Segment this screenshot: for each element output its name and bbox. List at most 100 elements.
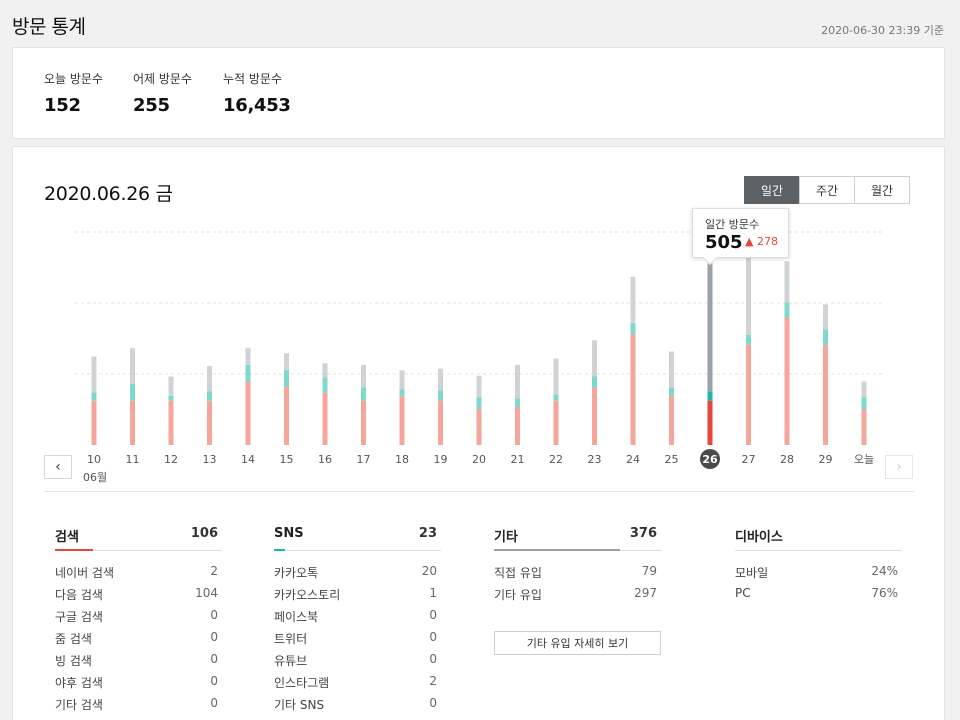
bar-search-15 bbox=[284, 386, 289, 445]
bar-sns-17 bbox=[361, 387, 366, 401]
bar-search-11 bbox=[130, 400, 135, 445]
bar-other-16 bbox=[322, 363, 328, 378]
list-item: 기타 SNS 0 bbox=[274, 696, 437, 712]
x-tick-label: 17 bbox=[357, 453, 371, 466]
x-tick-label: 오늘 bbox=[854, 453, 874, 466]
bar-other-28 bbox=[784, 261, 790, 303]
bar-search-10 bbox=[91, 400, 97, 445]
month-label: 06월 bbox=[83, 471, 108, 484]
bar-search-21 bbox=[515, 406, 520, 445]
divider bbox=[44, 491, 914, 492]
tooltip-value: 505 bbox=[705, 232, 743, 253]
section-total: 376 bbox=[629, 526, 657, 541]
bar-search-19 bbox=[438, 400, 443, 445]
list-item: 줌 검색 0 bbox=[55, 630, 218, 646]
section-search: 검색 106 네이버 검색 2 다음 검색 104 구글 검색 0 줌 검색 0 빙 검… bbox=[55, 523, 222, 716]
bar-sns-14 bbox=[245, 364, 251, 382]
stat-today: 오늘 방문수 152 bbox=[44, 70, 103, 116]
bar-search-14 bbox=[245, 381, 251, 445]
next-button[interactable]: › bbox=[885, 455, 913, 479]
bar-sns-10 bbox=[91, 392, 97, 401]
bar-search-25 bbox=[669, 395, 674, 445]
stat-label: 누적 방문수 bbox=[223, 72, 283, 86]
bar-sns-20 bbox=[476, 397, 482, 410]
bar-sns-18 bbox=[399, 389, 405, 396]
x-tick-label: 27 bbox=[742, 453, 756, 466]
page-title: 방문 통계 bbox=[12, 16, 86, 38]
x-tick-label: 12 bbox=[164, 453, 178, 466]
x-tick-label: 23 bbox=[588, 453, 602, 466]
list-item: 야후 검색 0 bbox=[55, 674, 218, 690]
list-item: 빙 검색 0 bbox=[55, 652, 218, 668]
x-tick-label: 16 bbox=[318, 453, 332, 466]
x-tick-label: 20 bbox=[472, 453, 486, 466]
summary-card: 오늘 방문수 152 어제 방문수 255 누적 방문수 16,453 bbox=[12, 47, 945, 139]
list-item: 모바일 24% bbox=[735, 564, 898, 580]
bar-search-오늘 bbox=[861, 409, 867, 445]
bar-sns-15 bbox=[284, 369, 289, 387]
section-accent-bar bbox=[274, 549, 285, 551]
x-tick-label: 13 bbox=[203, 453, 217, 466]
x-tick-label: 10 bbox=[87, 453, 101, 466]
list-item: 다음 검색 104 bbox=[55, 586, 218, 602]
bar-sns-21 bbox=[515, 398, 520, 407]
bar-search-24 bbox=[630, 334, 636, 445]
bar-other-24 bbox=[630, 276, 636, 323]
x-tick-label: 21 bbox=[511, 453, 525, 466]
bar-search-28 bbox=[784, 317, 790, 445]
x-tick-label: 15 bbox=[280, 453, 294, 466]
chevron-left-icon: ‹ bbox=[55, 459, 61, 475]
bar-search-20 bbox=[476, 409, 482, 445]
bar-sns-28 bbox=[784, 302, 790, 318]
bar-search-18 bbox=[399, 395, 405, 445]
bar-sns-13 bbox=[207, 391, 212, 401]
stat-value: 16,453 bbox=[223, 95, 291, 116]
bar-other-13 bbox=[207, 366, 212, 392]
bar-other-18 bbox=[399, 370, 405, 390]
section-header: 기타 376 bbox=[494, 523, 661, 551]
list-item: 인스타그램 2 bbox=[274, 674, 437, 690]
bar-search-22 bbox=[553, 400, 559, 445]
stat-yesterday: 어제 방문수 255 bbox=[133, 70, 192, 116]
bar-search-26 bbox=[707, 400, 713, 445]
bar-sns-29 bbox=[823, 329, 828, 345]
bar-other-19 bbox=[438, 368, 443, 391]
bar-other-20 bbox=[476, 375, 482, 398]
list-item: PC 76% bbox=[735, 586, 898, 600]
section-title: SNS bbox=[274, 526, 304, 541]
section-title: 디바이스 bbox=[735, 530, 783, 545]
bar-sns-11 bbox=[130, 384, 135, 401]
bar-search-12 bbox=[168, 400, 174, 445]
bar-other-29 bbox=[823, 304, 828, 330]
tooltip-delta: ▲ 278 bbox=[745, 235, 778, 248]
stat-value: 152 bbox=[44, 95, 81, 116]
list-item: 구글 검색 0 bbox=[55, 608, 218, 624]
timestamp: 2020-06-30 23:39 기준 bbox=[821, 24, 944, 37]
bar-sns-22 bbox=[553, 394, 559, 401]
stat-label: 오늘 방문수 bbox=[44, 72, 104, 86]
list-item: 기타 유입 297 bbox=[494, 586, 657, 602]
section-accent-bar bbox=[55, 549, 93, 551]
x-tick-label: 22 bbox=[549, 453, 563, 466]
tooltip-label: 일간 방문수 bbox=[705, 218, 760, 231]
list-item: 직접 유입 79 bbox=[494, 564, 657, 580]
section-header: 검색 106 bbox=[55, 523, 222, 551]
bar-sns-16 bbox=[322, 377, 328, 393]
bar-search-27 bbox=[746, 344, 751, 445]
section-header: SNS 23 bbox=[274, 523, 441, 551]
bar-other-11 bbox=[130, 348, 135, 385]
section-device: 디바이스 모바일 24% PC 76% bbox=[735, 523, 902, 606]
bar-sns-23 bbox=[592, 376, 597, 388]
x-tick-label: 14 bbox=[241, 453, 255, 466]
visit-chart: 10 11 12 13 14 15 16 17 18 19 20 21 22 23 24 25 26 27 28 29… bbox=[75, 231, 883, 469]
x-tick-label: 18 bbox=[395, 453, 409, 466]
x-tick-label: 19 bbox=[434, 453, 448, 466]
list-item: 기타 검색 0 bbox=[55, 696, 218, 712]
bar-other-14 bbox=[245, 348, 251, 365]
prev-button[interactable]: ‹ bbox=[44, 455, 72, 479]
chart-tooltip: 일간 방문수 505 ▲ 278 bbox=[692, 208, 789, 266]
bar-search-29 bbox=[823, 344, 828, 445]
section-total: 23 bbox=[418, 526, 437, 541]
bar-sns-12 bbox=[168, 395, 174, 401]
other-detail-button[interactable]: 기타 유입 자세히 보기 bbox=[494, 631, 661, 655]
